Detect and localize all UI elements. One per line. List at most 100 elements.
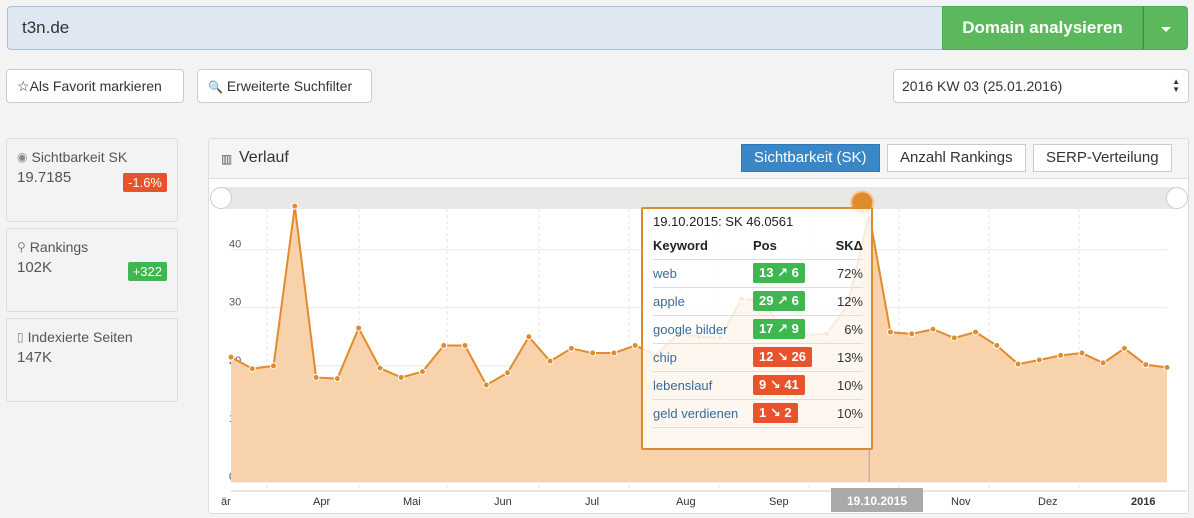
tooltip-row: chip 12 ↘ 26 13% — [653, 343, 863, 372]
analyze-domain-button[interactable]: Domain analysieren — [942, 6, 1143, 50]
x-tick-label: är — [221, 496, 231, 508]
key-icon: ⚲ — [17, 240, 26, 254]
tooltip-row: web 13 ↗ 6 72% — [653, 259, 863, 288]
tooltip-skd: 12% — [825, 287, 863, 316]
star-icon: ☆ — [17, 78, 30, 94]
position-change-badge: 29 ↗ 6 — [753, 291, 805, 311]
position-change-badge: 9 ↘ 41 — [753, 375, 805, 395]
stat-card-indexed-pages: ▯ Indexierte Seiten 147K — [6, 318, 178, 402]
tooltip-pos-cell: 1 ↘ 2 — [753, 399, 825, 428]
data-point[interactable] — [567, 344, 575, 352]
tooltip-header-skd: SKΔ — [825, 233, 863, 260]
data-point[interactable] — [461, 342, 469, 349]
x-tick-label: Apr — [313, 496, 330, 508]
position-change-badge: 1 ↘ 2 — [753, 403, 798, 423]
data-point[interactable] — [525, 333, 533, 341]
data-point[interactable] — [972, 328, 980, 336]
tooltip-row: google bilder 17 ↗ 9 6% — [653, 315, 863, 344]
data-point[interactable] — [504, 369, 512, 377]
tooltip-row: geld verdienen 1 ↘ 2 10% — [653, 399, 863, 428]
tooltip-title: 19.10.2015: SK 46.0561 — [653, 214, 794, 229]
data-point[interactable] — [1078, 349, 1086, 357]
x-tick-label: Sep — [769, 496, 789, 508]
data-point[interactable] — [355, 324, 363, 332]
tooltip-keyword[interactable]: web — [653, 259, 753, 288]
tooltip-header-pos: Pos — [753, 233, 825, 260]
data-point[interactable] — [482, 381, 490, 389]
analyze-options-dropdown[interactable] — [1143, 6, 1188, 50]
position-change-badge: 13 ↗ 6 — [753, 263, 805, 283]
rankings-change-badge: +322 — [127, 262, 167, 281]
chart-panel: ▥ Verlauf Sichtbarkeit (SK) Anzahl Ranki… — [208, 138, 1189, 514]
position-change-badge: 17 ↗ 9 — [753, 319, 805, 339]
chart-tooltip: 19.10.2015: SK 46.0561 Keyword Pos SKΔ w… — [641, 207, 873, 450]
favorite-button[interactable]: ☆Als Favorit markieren — [6, 69, 184, 103]
domain-input[interactable] — [7, 6, 943, 50]
x-tick-label: Mai — [403, 496, 421, 508]
tooltip-pos-cell: 29 ↗ 6 — [753, 287, 825, 316]
tooltip-keyword[interactable]: lebenslauf — [653, 371, 753, 400]
data-point[interactable] — [631, 342, 639, 349]
tooltip-skd: 10% — [825, 371, 863, 400]
data-point[interactable] — [248, 365, 256, 373]
select-arrows-icon: ▲ ▼ — [1172, 77, 1180, 94]
tooltip-skd: 13% — [825, 343, 863, 372]
position-change-badge: 12 ↘ 26 — [753, 347, 813, 367]
x-tick-label: Aug — [676, 496, 696, 508]
tooltip-pos-cell: 13 ↗ 6 — [753, 259, 825, 288]
data-point[interactable] — [1035, 356, 1043, 364]
data-point[interactable] — [270, 362, 278, 370]
x-tick-label: Nov — [951, 496, 971, 508]
data-point[interactable] — [1099, 359, 1107, 367]
data-point[interactable] — [397, 373, 405, 381]
tooltip-skd: 10% — [825, 399, 863, 428]
data-point[interactable] — [376, 364, 384, 372]
data-point[interactable] — [908, 330, 916, 338]
tooltip-pos-cell: 9 ↘ 41 — [753, 371, 825, 400]
data-point[interactable] — [993, 342, 1001, 349]
data-point[interactable] — [418, 368, 426, 376]
tooltip-row: apple 29 ↗ 6 12% — [653, 287, 863, 316]
advanced-filter-button[interactable]: 🔍 Erweiterte Suchfilter — [197, 69, 372, 103]
tooltip-keyword[interactable]: geld verdienen — [653, 399, 753, 428]
x-tick-label: Jun — [494, 496, 512, 508]
tooltip-row: lebenslauf 9 ↘ 41 10% — [653, 371, 863, 400]
data-point[interactable] — [291, 202, 299, 210]
x-tick-label: 2016 — [1131, 496, 1155, 508]
eye-icon: ◉ — [17, 150, 28, 164]
tooltip-keyword[interactable]: google bilder — [653, 315, 753, 344]
week-select[interactable]: 2016 KW 03 (25.01.2016) ▲ ▼ — [893, 69, 1189, 103]
data-point[interactable] — [440, 342, 448, 349]
stat-card-rankings: ⚲ Rankings 102K +322 — [6, 228, 178, 312]
tooltip-pos-cell: 12 ↘ 26 — [753, 343, 825, 372]
data-point[interactable] — [1142, 361, 1150, 369]
tooltip-header-keyword: Keyword — [653, 233, 753, 260]
data-point[interactable] — [1014, 360, 1022, 368]
data-point[interactable] — [1057, 351, 1065, 359]
tooltip-pos-cell: 17 ↗ 9 — [753, 315, 825, 344]
data-point[interactable] — [929, 325, 937, 333]
tooltip-keyword[interactable]: apple — [653, 287, 753, 316]
data-point[interactable] — [546, 357, 554, 365]
data-point[interactable] — [312, 373, 320, 381]
file-icon: ▯ — [17, 330, 24, 344]
search-icon: 🔍 — [208, 80, 223, 94]
caret-down-icon — [1161, 27, 1171, 32]
tooltip-keyword-table: Keyword Pos SKΔ web 13 ↗ 6 72% apple 29 ↗ 6 1… — [653, 233, 863, 428]
indexed-pages-value: 147K — [17, 349, 53, 366]
x-tick-label: Dez — [1038, 496, 1058, 508]
data-point[interactable] — [589, 349, 597, 357]
data-point[interactable] — [1163, 363, 1171, 371]
data-point[interactable] — [610, 349, 618, 357]
tooltip-skd: 6% — [825, 315, 863, 344]
data-point[interactable] — [886, 328, 894, 336]
data-point[interactable] — [227, 353, 235, 361]
y-tick-label: 40 — [229, 239, 241, 251]
data-point[interactable] — [1120, 344, 1128, 352]
tooltip-skd: 72% — [825, 259, 863, 288]
data-point[interactable] — [950, 334, 958, 342]
visibility-change-badge: -1.6% — [123, 173, 167, 192]
tooltip-keyword[interactable]: chip — [653, 343, 753, 372]
data-point[interactable] — [333, 375, 341, 383]
x-axis-highlight-label: 19.10.2015 — [847, 494, 907, 508]
